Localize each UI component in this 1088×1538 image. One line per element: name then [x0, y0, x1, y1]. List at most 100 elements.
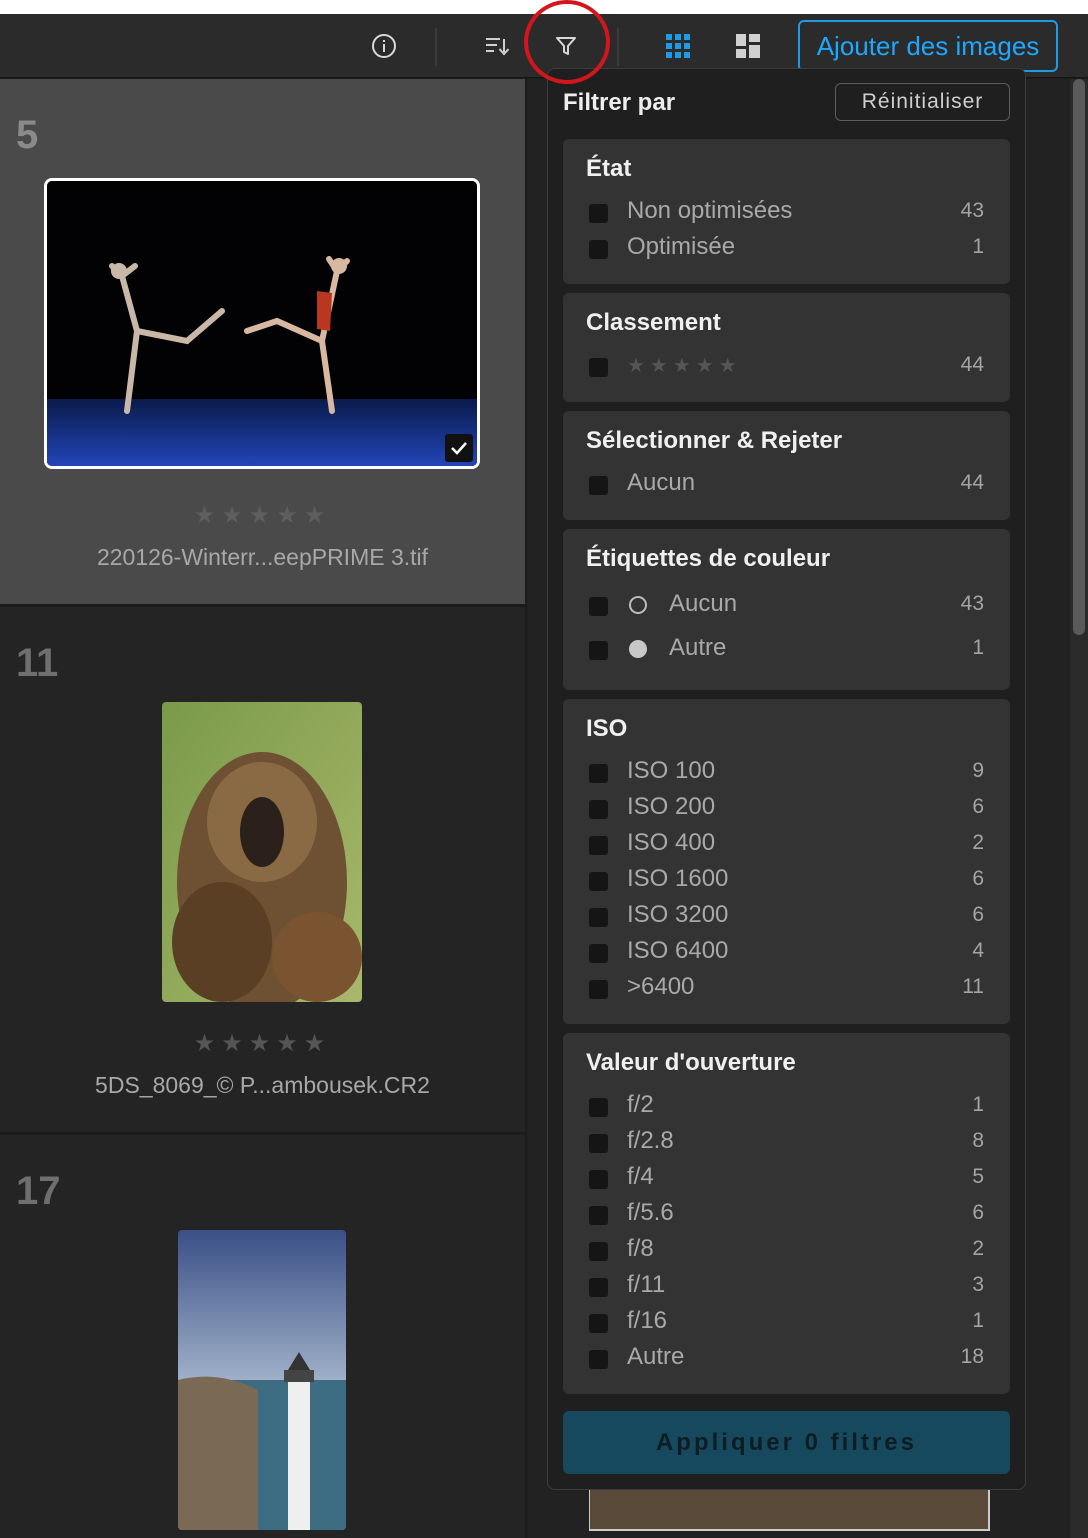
filter-option[interactable]: ★★★★★ 44 — [563, 349, 1010, 383]
filter-option[interactable]: f/2 1 — [563, 1089, 1010, 1123]
checkbox[interactable] — [589, 240, 608, 259]
section-title: État — [586, 155, 632, 182]
filter-option[interactable]: f/4 5 — [563, 1161, 1010, 1195]
empty-circle-icon — [629, 596, 647, 614]
option-label: ISO 200 — [627, 793, 716, 820]
option-count: 1 — [972, 636, 984, 659]
grid-cell[interactable]: 11 ★★★★★ 5DS_8069_© P...ambousek.CR2 — [0, 607, 525, 1134]
sort-icon[interactable] — [480, 30, 512, 62]
checkbox[interactable] — [589, 980, 608, 999]
top-strip — [0, 0, 1088, 14]
file-name: 220126-Winterr...eepPRIME 3.tif — [96, 544, 429, 570]
checkbox[interactable] — [589, 1314, 608, 1333]
option-count: 6 — [972, 795, 984, 818]
info-icon[interactable] — [368, 30, 400, 62]
filter-option[interactable]: ISO 200 6 — [563, 791, 1010, 825]
toolbar-separator — [435, 28, 437, 66]
option-label: f/5.6 — [627, 1199, 674, 1226]
option-count: 44 — [960, 353, 984, 376]
option-count: 2 — [972, 831, 984, 854]
filter-section-pick-reject: Sélectionner & Rejeter Aucun 44 — [563, 411, 1010, 520]
filter-option[interactable]: f/5.6 6 — [563, 1197, 1010, 1231]
section-title: Sélectionner & Rejeter — [586, 427, 843, 454]
filter-section-iso: ISO ISO 100 9 ISO 200 6 ISO 400 2 ISO 16… — [563, 699, 1010, 1024]
checkbox[interactable] — [589, 1170, 608, 1189]
checkbox[interactable] — [589, 836, 608, 855]
checkbox[interactable] — [589, 204, 608, 223]
filter-section-aperture: Valeur d'ouverture f/2 1 f/2.8 8 f/4 5 f… — [563, 1033, 1010, 1394]
star-rating[interactable]: ★★★★★ — [0, 1029, 525, 1058]
section-title: Classement — [586, 309, 721, 336]
filter-option[interactable]: ISO 3200 6 — [563, 899, 1010, 933]
option-label: ISO 100 — [627, 757, 716, 784]
filled-circle-icon — [629, 640, 647, 658]
filter-option[interactable]: f/11 3 — [563, 1269, 1010, 1303]
option-label: Autre — [627, 1343, 685, 1370]
checkbox[interactable] — [589, 1278, 608, 1297]
filter-option[interactable]: f/2.8 8 — [563, 1125, 1010, 1159]
apply-filters-button[interactable]: Appliquer 0 filtres — [563, 1411, 1010, 1474]
filter-option[interactable]: Optimisée 1 — [563, 231, 1010, 265]
checkbox[interactable] — [589, 908, 608, 927]
add-images-button[interactable]: Ajouter des images — [798, 20, 1058, 72]
scrollbar-thumb[interactable] — [1073, 79, 1085, 635]
option-count: 3 — [972, 1273, 984, 1296]
filter-option[interactable]: Autre 1 — [563, 632, 1010, 666]
checkbox[interactable] — [589, 641, 608, 660]
checkbox[interactable] — [589, 1350, 608, 1369]
option-label: f/2.8 — [627, 1127, 674, 1154]
filter-icon[interactable] — [550, 30, 582, 62]
checkbox[interactable] — [589, 1134, 608, 1153]
filter-option[interactable]: ISO 400 2 — [563, 827, 1010, 861]
option-label: f/11 — [627, 1271, 666, 1298]
checkbox[interactable] — [589, 764, 608, 783]
filter-option[interactable]: f/8 2 — [563, 1233, 1010, 1267]
star-rating[interactable]: ★★★★★ — [0, 501, 525, 530]
grid-cell[interactable]: 17 — [0, 1135, 525, 1538]
checkbox[interactable] — [589, 597, 608, 616]
reset-button[interactable]: Réinitialiser — [835, 83, 1010, 121]
filter-option[interactable]: Non optimisées 43 — [563, 195, 1010, 229]
filter-option[interactable]: ISO 6400 4 — [563, 935, 1010, 969]
checkbox[interactable] — [589, 800, 608, 819]
checkbox[interactable] — [589, 1242, 608, 1261]
option-count: 6 — [972, 867, 984, 890]
checkbox[interactable] — [589, 1098, 608, 1117]
cell-number: 17 — [16, 1169, 61, 1213]
scrollbar[interactable] — [1070, 79, 1088, 1538]
filter-option[interactable]: Autre 18 — [563, 1341, 1010, 1375]
file-name: 5DS_8069_© P...ambousek.CR2 — [95, 1072, 430, 1098]
option-count: 6 — [972, 1201, 984, 1224]
filter-option[interactable]: Aucun 43 — [563, 588, 1010, 622]
option-label: ISO 400 — [627, 829, 716, 856]
section-title: ISO — [586, 715, 628, 742]
filter-option[interactable]: Aucun 44 — [563, 467, 1010, 501]
filter-option[interactable]: f/16 1 — [563, 1305, 1010, 1339]
thumbnail-baboon[interactable] — [162, 702, 362, 1002]
selected-check-icon[interactable] — [445, 434, 473, 462]
filter-panel-title: Filtrer par — [563, 89, 676, 116]
checkbox[interactable] — [589, 476, 608, 495]
option-count: 1 — [972, 235, 984, 258]
option-label: Aucun — [669, 590, 738, 617]
filter-option[interactable]: ISO 1600 6 — [563, 863, 1010, 897]
option-count: 44 — [960, 471, 984, 494]
thumbnail-lighthouse[interactable] — [178, 1230, 346, 1530]
filter-section-state: État Non optimisées 43 Optimisée 1 — [563, 139, 1010, 284]
grid-view-icon[interactable] — [662, 30, 694, 62]
filter-option[interactable]: ISO 100 9 — [563, 755, 1010, 789]
grid-cell[interactable]: 5 ★★★★★ 220126-Winterr...eepPRIME 3.tif — [0, 79, 525, 606]
mosaic-view-icon[interactable] — [732, 30, 764, 62]
checkbox[interactable] — [589, 1206, 608, 1225]
thumbnail-dancers[interactable] — [44, 178, 480, 469]
option-count: 1 — [972, 1309, 984, 1332]
option-label: Autre — [669, 634, 727, 661]
checkbox[interactable] — [589, 872, 608, 891]
option-count: 4 — [972, 939, 984, 962]
option-label: Optimisée — [627, 233, 736, 260]
option-label: f/2 — [627, 1091, 654, 1118]
checkbox[interactable] — [589, 944, 608, 963]
checkbox[interactable] — [589, 358, 608, 377]
option-label: ISO 3200 — [627, 901, 729, 928]
filter-option[interactable]: >6400 11 — [563, 971, 1010, 1005]
